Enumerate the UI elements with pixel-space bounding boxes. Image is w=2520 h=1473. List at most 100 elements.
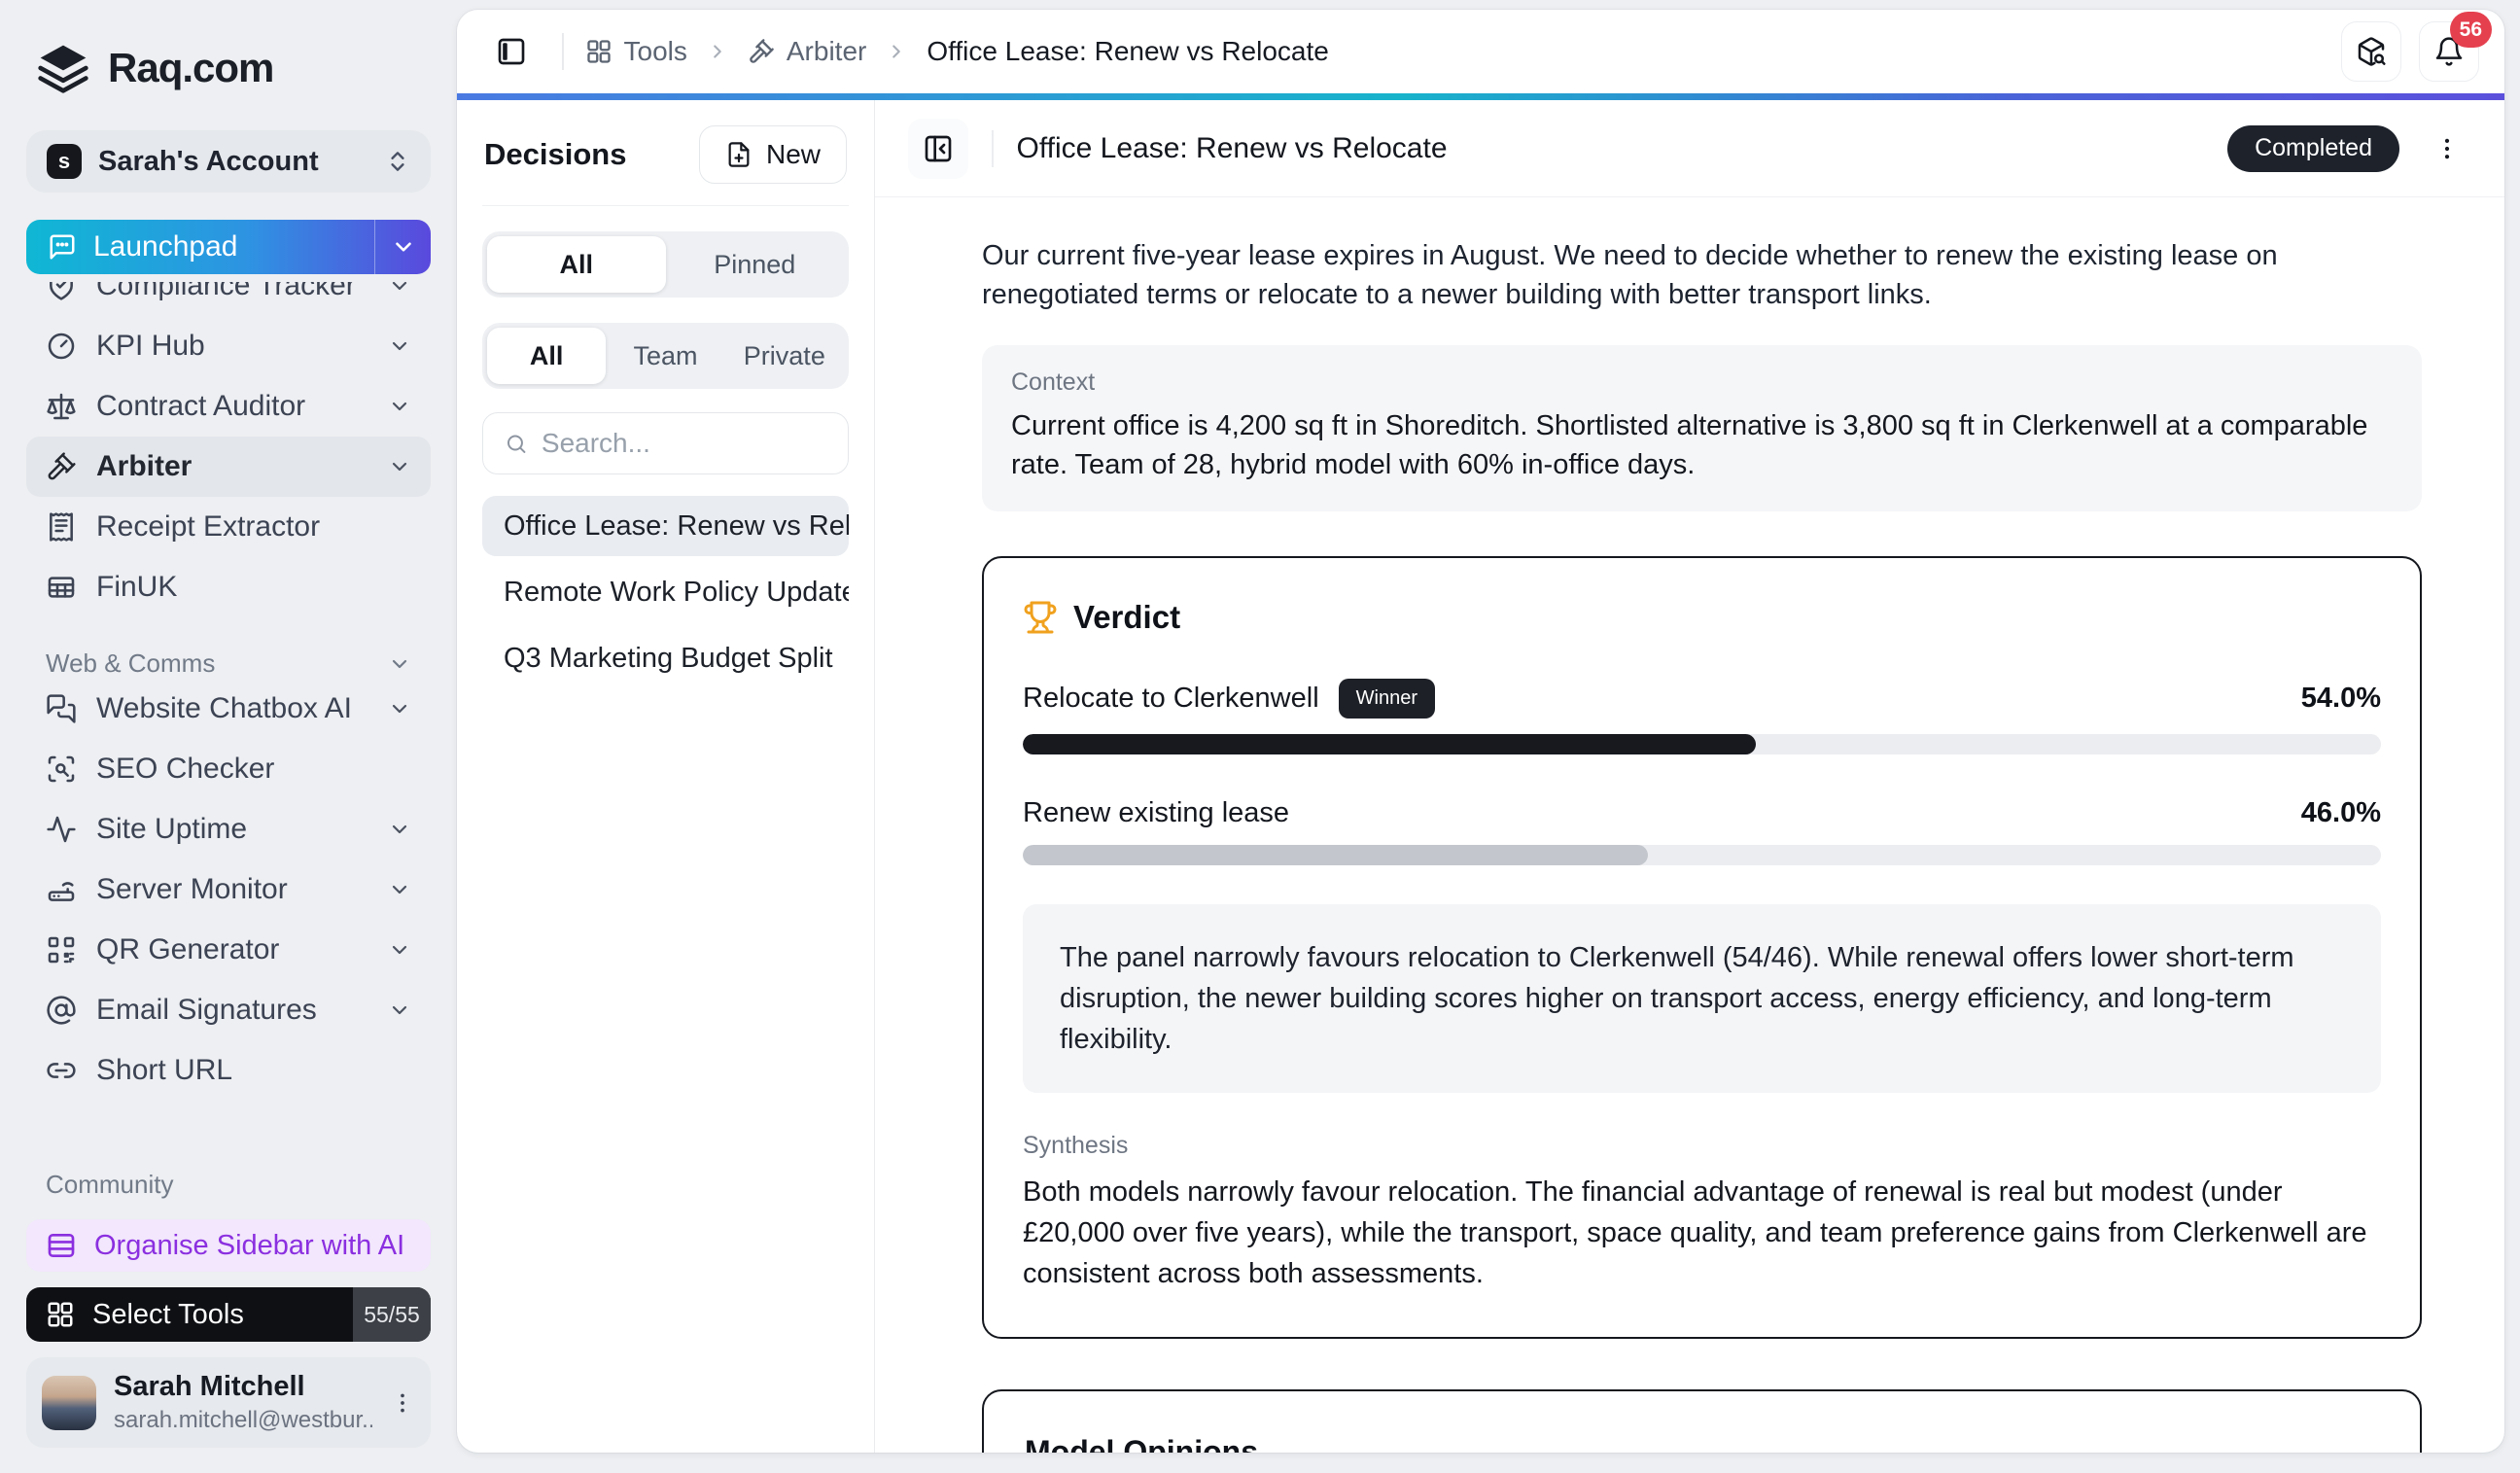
context-label: Context (1011, 368, 2393, 397)
search-input[interactable] (542, 428, 826, 459)
scan-search-icon (46, 754, 77, 785)
sidebar-item-kpi-hub[interactable]: KPI Hub (26, 316, 431, 376)
main-panel: Office Lease: Renew vs Relocate Complete… (875, 100, 2504, 1453)
package-search-button[interactable] (2341, 21, 2401, 82)
context-box: Context Current office is 4,200 sq ft in… (982, 345, 2422, 511)
package-search-icon (2356, 36, 2387, 67)
verdict-card: Verdict Relocate to Clerkenwell Winner 5… (982, 556, 2422, 1339)
verdict-title: Verdict (1073, 599, 1180, 636)
topbar: Tools Arbiter Office Lease: Renew vs Rel… (457, 10, 2504, 93)
progress-fill (1023, 845, 1648, 865)
sidebar: Raq.com s Sarah's Account Launchpad (0, 0, 457, 1473)
list-item-remote-work[interactable]: Remote Work Policy Update (482, 562, 849, 622)
notifications-button[interactable]: 56 (2419, 21, 2479, 82)
chevron-down-icon (388, 282, 411, 298)
chevron-down-icon (388, 938, 411, 962)
chevron-down-icon (388, 818, 411, 841)
select-tools-button[interactable]: Select Tools 55/55 (26, 1287, 431, 1342)
account-switcher[interactable]: s Sarah's Account (26, 130, 431, 193)
sidebar-item-arbiter[interactable]: Arbiter (26, 437, 431, 497)
kebab-menu-icon[interactable] (390, 1390, 415, 1416)
breadcrumb-tools[interactable]: Tools (585, 36, 687, 67)
panel-left-close-icon (923, 133, 954, 164)
user-card[interactable]: Sarah Mitchell sarah.mitchell@westbur... (26, 1357, 431, 1448)
option-label: Renew existing lease (1023, 797, 1289, 829)
divider (992, 130, 994, 167)
select-tools-main[interactable]: Select Tools (26, 1287, 353, 1342)
sidebar-toggle-button[interactable] (482, 22, 541, 81)
topbar-actions: 56 (2341, 21, 2479, 82)
sidebar-tools-list: Compliance Tracker KPI Hub Contract Audi… (26, 282, 431, 617)
verdict-option-runner-up: Renew existing lease 46.0% (1023, 797, 2381, 865)
list-item-office-lease[interactable]: Office Lease: Renew vs Rel... (482, 496, 849, 556)
user-name: Sarah Mitchell (114, 1371, 372, 1403)
brand-name: Raq.com (108, 45, 273, 91)
chevron-right-icon (707, 41, 728, 62)
breadcrumb-arbiter[interactable]: Arbiter (748, 36, 866, 67)
decision-intro: Our current five-year lease expires in A… (982, 236, 2422, 314)
page-title: Office Lease: Renew vs Relocate (1017, 132, 1448, 165)
divider (562, 33, 564, 70)
new-decision-button[interactable]: New (699, 125, 847, 184)
launchpad-label: Launchpad (93, 230, 237, 263)
tab-scope-private[interactable]: Private (725, 328, 844, 384)
app-window: Tools Arbiter Office Lease: Renew vs Rel… (457, 10, 2504, 1453)
router-icon (46, 874, 77, 905)
sidebar-item-email-signatures[interactable]: Email Signatures (26, 980, 431, 1040)
rows-icon (46, 1230, 77, 1261)
decisions-header: Decisions New (482, 122, 849, 206)
tab-scope-all[interactable]: All (487, 328, 606, 384)
sidebar-item-website-chatbox-ai[interactable]: Website Chatbox AI (26, 679, 431, 739)
progress-bar (1023, 845, 2381, 865)
sidebar-item-compliance-tracker[interactable]: Compliance Tracker (26, 282, 431, 316)
file-plus-icon (725, 141, 752, 168)
progress-fill (1023, 734, 1756, 754)
sidebar-item-server-monitor[interactable]: Server Monitor (26, 859, 431, 920)
tab-scope-team[interactable]: Team (606, 328, 724, 384)
sidebar-item-seo-checker[interactable]: SEO Checker (26, 739, 431, 799)
collapse-panel-button[interactable] (908, 119, 968, 179)
model-opinions-card: Model Opinions Google: Gemini 3.1 Pro Pr… (982, 1389, 2422, 1453)
search-icon (505, 431, 528, 457)
panel-note: The panel narrowly favours relocation to… (1023, 904, 2381, 1093)
launchpad-main[interactable]: Launchpad (26, 220, 374, 274)
kebab-menu-icon (2433, 135, 2461, 162)
section-web-comms[interactable]: Web & Comms (26, 649, 431, 679)
gavel-icon (46, 451, 77, 482)
sidebar-item-receipt-extractor[interactable]: Receipt Extractor (26, 497, 431, 557)
context-body: Current office is 4,200 sq ft in Shoredi… (1011, 406, 2393, 484)
chevron-down-icon (388, 334, 411, 358)
chevron-down-icon (388, 999, 411, 1022)
avatar (42, 1376, 96, 1430)
select-tools-count-badge: 55/55 (353, 1287, 431, 1342)
verdict-option-winner: Relocate to Clerkenwell Winner 54.0% (1023, 679, 2381, 754)
launchpad-button[interactable]: Launchpad (26, 220, 431, 274)
scales-icon (46, 391, 77, 422)
chevron-down-icon (388, 697, 411, 720)
messages-square-icon (46, 693, 77, 724)
decision-search[interactable] (482, 412, 849, 474)
filter-scope-tabs: All Team Private (482, 323, 849, 389)
synthesis-label: Synthesis (1023, 1132, 2381, 1160)
chevron-down-icon (388, 455, 411, 478)
chevron-right-icon (886, 41, 907, 62)
gauge-icon (46, 331, 77, 362)
organise-sidebar-button[interactable]: Organise Sidebar with AI (26, 1219, 431, 1272)
chevrons-up-down-icon (385, 149, 410, 174)
sidebar-item-contract-auditor[interactable]: Contract Auditor (26, 376, 431, 437)
tab-all-pinned[interactable]: All (487, 236, 666, 293)
panel-left-icon (496, 36, 527, 67)
activity-pulse-icon (46, 814, 77, 845)
sidebar-item-short-url[interactable]: Short URL (26, 1040, 431, 1101)
tab-pinned[interactable]: Pinned (666, 236, 845, 293)
list-item-q3-marketing[interactable]: Q3 Marketing Budget Split (482, 628, 849, 688)
sidebar-item-site-uptime[interactable]: Site Uptime (26, 799, 431, 859)
sidebar-item-qr-generator[interactable]: QR Generator (26, 920, 431, 980)
organise-label: Organise Sidebar with AI (94, 1230, 404, 1262)
sidebar-item-finuk[interactable]: FinUK (26, 557, 431, 617)
launchpad-caret[interactable] (374, 220, 431, 274)
winner-badge: Winner (1339, 679, 1435, 719)
decision-detail: Our current five-year lease expires in A… (875, 197, 2504, 1453)
verdict-header: Verdict (1023, 599, 2381, 636)
more-options-button[interactable] (2423, 124, 2471, 173)
